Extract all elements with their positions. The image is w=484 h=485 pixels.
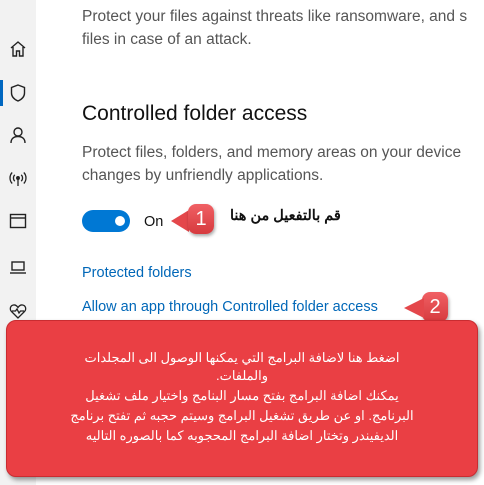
toggle-state-label: On [144,214,164,230]
home-icon[interactable] [7,38,29,60]
callout-line-2: والملفات. [215,368,269,383]
annotation-callout-box: اضغط هنا لاضافة البرامج التي يمكنها الوص… [6,320,478,477]
callout-line-1: اضغط هنا لاضافة البرامج التي يمكنها الوص… [84,350,400,365]
controlled-folder-access-toggle[interactable] [82,210,130,232]
protected-folders-link[interactable]: Protected folders [82,265,192,281]
ransomware-description-line-1: Protect your files against threats like … [82,8,468,25]
shield-icon[interactable] [7,82,29,104]
health-heart-icon[interactable] [7,300,29,322]
callout-line-4: البرنامج. او عن طريق تشغيل البرامج وسيتم… [70,408,414,423]
toggle-knob [115,216,125,226]
annotation-arrow-2 [404,298,424,318]
browser-window-icon[interactable] [7,210,29,232]
callout-line-3: يمكنك اضافة البرامج بفتح مسار البنامج وا… [85,388,399,403]
person-icon[interactable] [7,124,29,146]
callout-line-5: الديفيندر وتختار اضافة البرامج المحجوبه … [85,428,399,443]
annotation-note-1: قم بالتفعيل من هنا [230,208,341,224]
wifi-antenna-icon[interactable] [7,168,29,190]
cfa-description-line-1: Protect files, folders, and memory areas… [82,144,462,161]
cfa-description-line-2: changes by unfriendly applications. [82,167,324,184]
laptop-icon[interactable] [7,256,29,278]
section-heading-controlled-folder-access: Controlled folder access [82,102,308,125]
annotation-badge-1: 1 [188,204,214,234]
allow-app-through-cfa-link[interactable]: Allow an app through Controlled folder a… [82,299,378,315]
active-nav-indicator [0,80,3,106]
ransomware-description-line-2: files in case of an attack. [82,31,252,48]
